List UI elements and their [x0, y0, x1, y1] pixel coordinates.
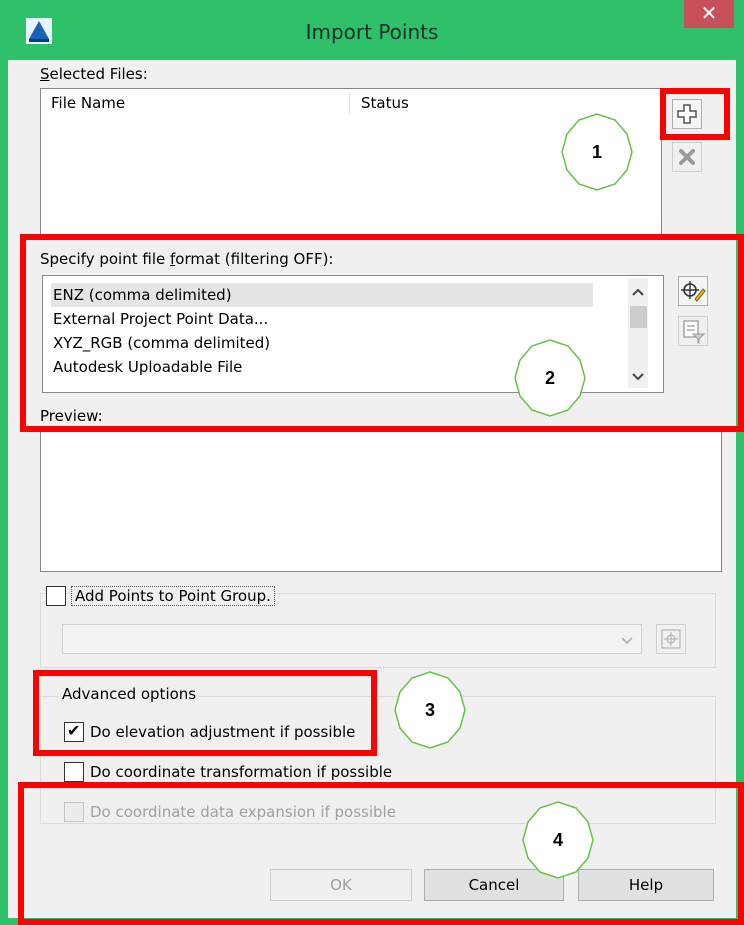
- chevron-down-icon[interactable]: [617, 630, 637, 650]
- add-to-point-group-checkbox[interactable]: [46, 586, 66, 606]
- coordinate-transformation-checkbox[interactable]: [64, 762, 84, 782]
- callout-4: 4: [518, 800, 598, 880]
- callout-1: 1: [557, 112, 637, 192]
- point-group-picker-icon: [661, 629, 681, 649]
- point-group-picker-button[interactable]: [656, 624, 686, 654]
- point-group-dropdown[interactable]: [62, 624, 642, 654]
- callout-2: 2: [510, 338, 590, 418]
- add-to-point-group-label[interactable]: Add Points to Point Group.: [71, 586, 275, 606]
- highlight-box-point-format: [20, 234, 744, 432]
- highlight-box-dialog-buttons: [18, 782, 744, 925]
- highlight-box-advanced-option: [33, 670, 377, 756]
- close-button[interactable]: ✕: [684, 0, 734, 28]
- remove-file-button[interactable]: [672, 142, 702, 172]
- highlight-box-add-file: [660, 88, 730, 140]
- column-separator[interactable]: [349, 93, 350, 115]
- coordinate-transformation-label[interactable]: Do coordinate transformation if possible: [90, 763, 392, 781]
- remove-file-icon: [679, 149, 695, 165]
- title-bar[interactable]: Import Points ✕: [0, 0, 744, 60]
- close-icon: ✕: [700, 1, 718, 25]
- selected-files-label: Selected Files:: [40, 65, 148, 83]
- column-header-status[interactable]: Status: [351, 89, 551, 117]
- preview-box[interactable]: [40, 428, 722, 572]
- window-title: Import Points: [305, 20, 439, 44]
- callout-3: 3: [390, 670, 470, 750]
- column-header-file-name[interactable]: File Name: [41, 89, 349, 117]
